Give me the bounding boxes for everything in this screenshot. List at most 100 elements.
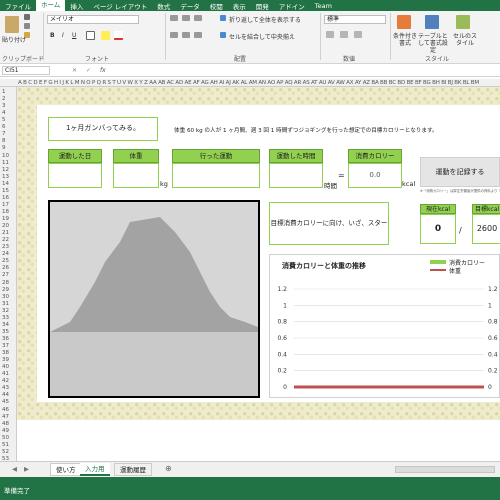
fill-color-icon[interactable] <box>101 31 110 40</box>
record-button[interactable]: 運動を記録する <box>420 157 500 187</box>
tab-review[interactable]: 校閲 <box>205 1 228 11</box>
font-name-select[interactable]: メイリオ <box>47 15 139 24</box>
row-number[interactable]: 34 <box>2 322 9 328</box>
row-number[interactable]: 50 <box>2 435 9 441</box>
comma-icon[interactable] <box>354 31 362 38</box>
enter-icon[interactable]: ✓ <box>86 67 91 74</box>
row-number[interactable]: 5 <box>2 117 6 123</box>
row-number[interactable]: 22 <box>2 237 9 243</box>
row-number[interactable]: 27 <box>2 272 9 278</box>
wrap-text-button[interactable]: 折り返して全体を表示する <box>229 15 301 24</box>
row-number[interactable]: 49 <box>2 428 9 434</box>
conditional-format-icon[interactable] <box>397 15 411 29</box>
align-middle-icon[interactable] <box>182 15 190 21</box>
row-header[interactable]: 1 2 3 4 5 6 7 8 9 10 11 12 13 14 15 16 17 18 19 20 21 22 23 24 2… <box>0 87 17 462</box>
row-number[interactable]: 17 <box>2 202 9 208</box>
row-number[interactable]: 36 <box>2 336 9 342</box>
table-format-button[interactable]: テーブルとして書式設定 <box>416 33 450 54</box>
column-header[interactable]: A B C D E F G H I J K L M N O P Q R S T … <box>0 79 500 87</box>
row-number[interactable]: 46 <box>2 407 9 413</box>
row-number[interactable]: 26 <box>2 265 9 271</box>
formula-input[interactable] <box>116 66 498 75</box>
row-number[interactable]: 43 <box>2 385 9 391</box>
fx-icon[interactable]: fx <box>100 67 106 74</box>
exercise-input[interactable] <box>172 163 260 188</box>
wrap-text-icon[interactable] <box>220 15 226 21</box>
row-number[interactable]: 37 <box>2 343 9 349</box>
date-input[interactable] <box>48 163 102 188</box>
tab-formulas[interactable]: 数式 <box>152 1 175 11</box>
row-number[interactable]: 16 <box>2 195 9 201</box>
row-number[interactable]: 19 <box>2 216 9 222</box>
row-number[interactable]: 21 <box>2 230 9 236</box>
align-right-icon[interactable] <box>194 32 202 38</box>
row-number[interactable]: 13 <box>2 174 9 180</box>
row-number[interactable]: 7 <box>2 131 6 137</box>
row-number[interactable]: 45 <box>2 399 9 405</box>
row-number[interactable]: 51 <box>2 442 9 448</box>
row-number[interactable]: 39 <box>2 357 9 363</box>
align-top-icon[interactable] <box>170 15 178 21</box>
tab-addins[interactable]: アドイン <box>274 1 310 11</box>
row-number[interactable]: 10 <box>2 153 9 159</box>
conditional-format-button[interactable]: 条件付き書式 <box>392 33 418 47</box>
sheet-tab-input[interactable]: 入力用 <box>80 463 110 476</box>
align-bottom-icon[interactable] <box>194 15 202 21</box>
cancel-icon[interactable]: ✕ <box>72 67 77 74</box>
tab-home[interactable]: ホーム <box>36 0 66 11</box>
italic-button[interactable]: I <box>62 32 64 39</box>
underline-button[interactable]: U <box>72 32 76 39</box>
tab-team[interactable]: Team <box>310 2 337 10</box>
align-left-icon[interactable] <box>170 32 178 38</box>
row-number[interactable]: 30 <box>2 294 9 300</box>
row-number[interactable]: 40 <box>2 364 9 370</box>
row-number[interactable]: 31 <box>2 301 9 307</box>
font-color-icon[interactable] <box>114 31 123 40</box>
row-number[interactable]: 33 <box>2 315 9 321</box>
tab-data[interactable]: データ <box>175 1 205 11</box>
row-number[interactable]: 25 <box>2 258 9 264</box>
row-number[interactable]: 8 <box>2 138 6 144</box>
row-number[interactable]: 20 <box>2 223 9 229</box>
row-number[interactable]: 32 <box>2 308 9 314</box>
row-number[interactable]: 24 <box>2 251 9 257</box>
copy-icon[interactable] <box>24 23 30 29</box>
currency-icon[interactable] <box>326 31 334 38</box>
tab-scroll-left-icon[interactable]: ◀ <box>12 465 17 473</box>
row-number[interactable]: 52 <box>2 449 9 455</box>
cell-styles-icon[interactable] <box>456 15 470 29</box>
bold-button[interactable]: B <box>50 32 55 39</box>
row-number[interactable]: 6 <box>2 124 6 130</box>
number-format-select[interactable]: 標準 <box>324 15 386 24</box>
row-number[interactable]: 44 <box>2 392 9 398</box>
row-number[interactable]: 2 <box>2 96 6 102</box>
tab-insert[interactable]: 挿入 <box>65 1 88 11</box>
row-number[interactable]: 28 <box>2 280 9 286</box>
tab-file[interactable]: ファイル <box>0 1 36 11</box>
row-number[interactable]: 18 <box>2 209 9 215</box>
cut-icon[interactable] <box>24 14 30 20</box>
align-center-icon[interactable] <box>182 32 190 38</box>
sheet-tab-history[interactable]: 運動履歴 <box>114 463 152 476</box>
sheet-tab-usage[interactable]: 使い方 <box>50 463 82 476</box>
row-number[interactable]: 23 <box>2 244 9 250</box>
time-input[interactable] <box>269 163 323 188</box>
merge-center-icon[interactable] <box>220 32 226 38</box>
row-number[interactable]: 35 <box>2 329 9 335</box>
weight-input[interactable] <box>113 163 159 188</box>
tab-scroll-right-icon[interactable]: ▶ <box>24 465 29 473</box>
percent-icon[interactable] <box>340 31 348 38</box>
paste-label[interactable]: 貼り付け <box>2 35 26 44</box>
row-number[interactable]: 42 <box>2 378 9 384</box>
tab-developer[interactable]: 開発 <box>251 1 274 11</box>
tab-page-layout[interactable]: ページ レイアウト <box>88 1 152 11</box>
table-format-icon[interactable] <box>425 15 439 29</box>
row-number[interactable]: 4 <box>2 110 6 116</box>
row-number[interactable]: 11 <box>2 160 9 166</box>
row-number[interactable]: 12 <box>2 167 9 173</box>
row-number[interactable]: 47 <box>2 414 9 420</box>
row-number[interactable]: 14 <box>2 181 9 187</box>
merge-center-button[interactable]: セルを結合して中央揃え <box>229 32 295 41</box>
row-number[interactable]: 41 <box>2 371 9 377</box>
row-number[interactable]: 29 <box>2 287 9 293</box>
